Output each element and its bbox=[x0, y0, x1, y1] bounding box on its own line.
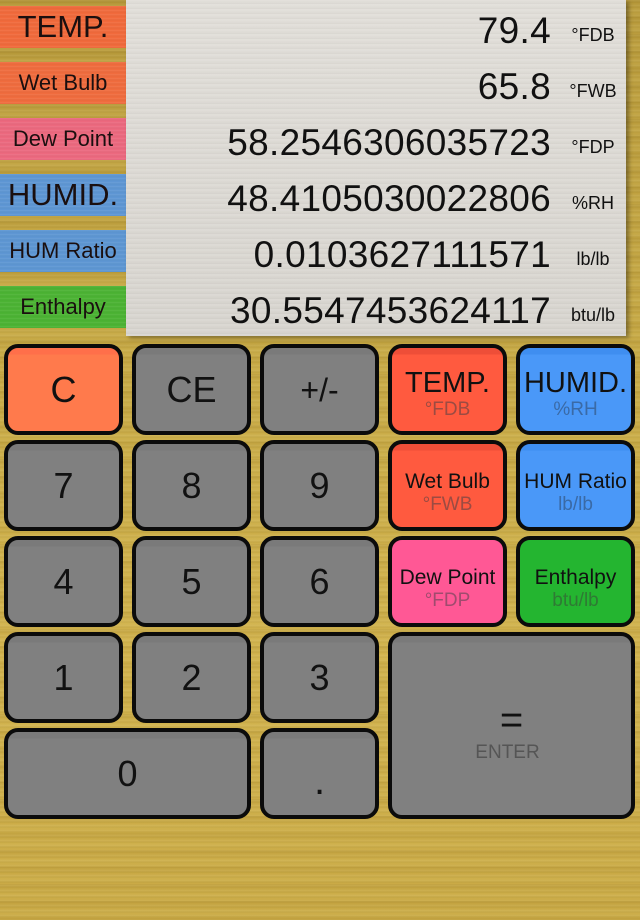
wet-bulb-unit: °FWB bbox=[569, 81, 617, 101]
display-row-dew-point: 58.2546306035723 °FDP bbox=[126, 112, 626, 168]
temp-button-unit: °FDB bbox=[424, 398, 471, 420]
clear-entry-button[interactable]: CE bbox=[132, 344, 251, 435]
enthalpy-value: 30.5547453624117 bbox=[230, 290, 551, 331]
display-row-enthalpy: 30.5547453624117 btu/lb bbox=[126, 280, 626, 336]
decimal-point-button[interactable]: . bbox=[260, 728, 379, 819]
digit-4-button[interactable]: 4 bbox=[4, 536, 123, 627]
wet-bulb-value: 65.8 bbox=[477, 66, 551, 107]
hum-ratio-button-label: HUM Ratio bbox=[524, 469, 627, 493]
humid-value: 48.4105030022806 bbox=[227, 178, 551, 219]
label-enthalpy: Enthalpy bbox=[0, 286, 126, 328]
wet-bulb-button-label: Wet Bulb bbox=[405, 469, 490, 493]
display-row-hum-ratio: 0.0103627111571 lb/lb bbox=[126, 224, 626, 280]
display-row-humid: 48.4105030022806 %RH bbox=[126, 168, 626, 224]
enthalpy-button-label: Enthalpy bbox=[534, 565, 617, 589]
label-temp: TEMP. bbox=[0, 6, 126, 48]
temp-unit: °FDB bbox=[571, 25, 615, 45]
digit-1-label: 1 bbox=[53, 656, 74, 698]
enter-button-sublabel: ENTER bbox=[475, 741, 540, 763]
display-row-temp: 79.4 °FDB bbox=[126, 0, 626, 56]
temp-button-label: TEMP. bbox=[405, 367, 490, 400]
digit-7-label: 7 bbox=[53, 464, 74, 506]
digit-9-button[interactable]: 9 bbox=[260, 440, 379, 531]
humid-button-unit: %RH bbox=[553, 398, 598, 420]
digit-0-button[interactable]: 0 bbox=[4, 728, 251, 819]
toggle-sign-button[interactable]: +/- bbox=[260, 344, 379, 435]
label-wet-bulb: Wet Bulb bbox=[0, 62, 126, 104]
digit-8-label: 8 bbox=[181, 464, 202, 506]
clear-button[interactable]: C bbox=[4, 344, 123, 435]
equals-button-label: = bbox=[499, 697, 524, 742]
hum-ratio-button-unit: lb/lb bbox=[558, 493, 593, 515]
label-hum-ratio: HUM Ratio bbox=[0, 230, 126, 272]
hum-ratio-value: 0.0103627111571 bbox=[253, 234, 551, 275]
digit-4-label: 4 bbox=[53, 560, 74, 602]
digit-8-button[interactable]: 8 bbox=[132, 440, 251, 531]
hum-ratio-unit: lb/lb bbox=[576, 249, 610, 269]
dew-point-button-unit: °FDP bbox=[424, 589, 471, 611]
clear-button-label: C bbox=[50, 368, 77, 410]
digit-2-label: 2 bbox=[181, 656, 202, 698]
toggle-sign-button-label: +/- bbox=[300, 371, 339, 408]
humid-button-label: HUMID. bbox=[523, 367, 628, 400]
digit-5-button[interactable]: 5 bbox=[132, 536, 251, 627]
digit-3-label: 3 bbox=[309, 656, 330, 698]
digit-5-label: 5 bbox=[181, 560, 202, 602]
dew-point-unit: °FDP bbox=[571, 137, 615, 157]
wet-bulb-button-unit: °FWB bbox=[422, 493, 473, 515]
digit-3-button[interactable]: 3 bbox=[260, 632, 379, 723]
temp-button[interactable]: TEMP. °FDB bbox=[388, 344, 507, 435]
dew-point-value: 58.2546306035723 bbox=[227, 122, 551, 163]
digit-6-button[interactable]: 6 bbox=[260, 536, 379, 627]
digit-6-label: 6 bbox=[309, 560, 330, 602]
digit-0-label: 0 bbox=[117, 752, 138, 794]
humid-unit: %RH bbox=[571, 193, 614, 213]
temp-value: 79.4 bbox=[477, 10, 551, 51]
results-display: 79.4 °FDB 65.8 °FWB 58.2546306035723 °FD… bbox=[126, 0, 626, 336]
digit-7-button[interactable]: 7 bbox=[4, 440, 123, 531]
enthalpy-unit: btu/lb bbox=[570, 305, 616, 325]
decimal-point-label: . bbox=[313, 758, 326, 803]
dew-point-button-label: Dew Point bbox=[399, 565, 496, 589]
label-humid: HUMID. bbox=[0, 174, 126, 216]
equals-enter-button[interactable]: = ENTER bbox=[388, 632, 635, 819]
digit-2-button[interactable]: 2 bbox=[132, 632, 251, 723]
clear-entry-button-label: CE bbox=[166, 368, 217, 410]
enthalpy-button-unit: btu/lb bbox=[552, 589, 599, 611]
dew-point-button[interactable]: Dew Point °FDP bbox=[388, 536, 507, 627]
label-dew-point: Dew Point bbox=[0, 118, 126, 160]
digit-9-label: 9 bbox=[309, 464, 330, 506]
hum-ratio-button[interactable]: HUM Ratio lb/lb bbox=[516, 440, 635, 531]
enthalpy-button[interactable]: Enthalpy btu/lb bbox=[516, 536, 635, 627]
display-row-wet-bulb: 65.8 °FWB bbox=[126, 56, 626, 112]
field-labels: TEMP. Wet Bulb Dew Point HUMID. HUM Rati… bbox=[0, 0, 126, 336]
humid-button[interactable]: HUMID. %RH bbox=[516, 344, 635, 435]
digit-1-button[interactable]: 1 bbox=[4, 632, 123, 723]
wet-bulb-button[interactable]: Wet Bulb °FWB bbox=[388, 440, 507, 531]
